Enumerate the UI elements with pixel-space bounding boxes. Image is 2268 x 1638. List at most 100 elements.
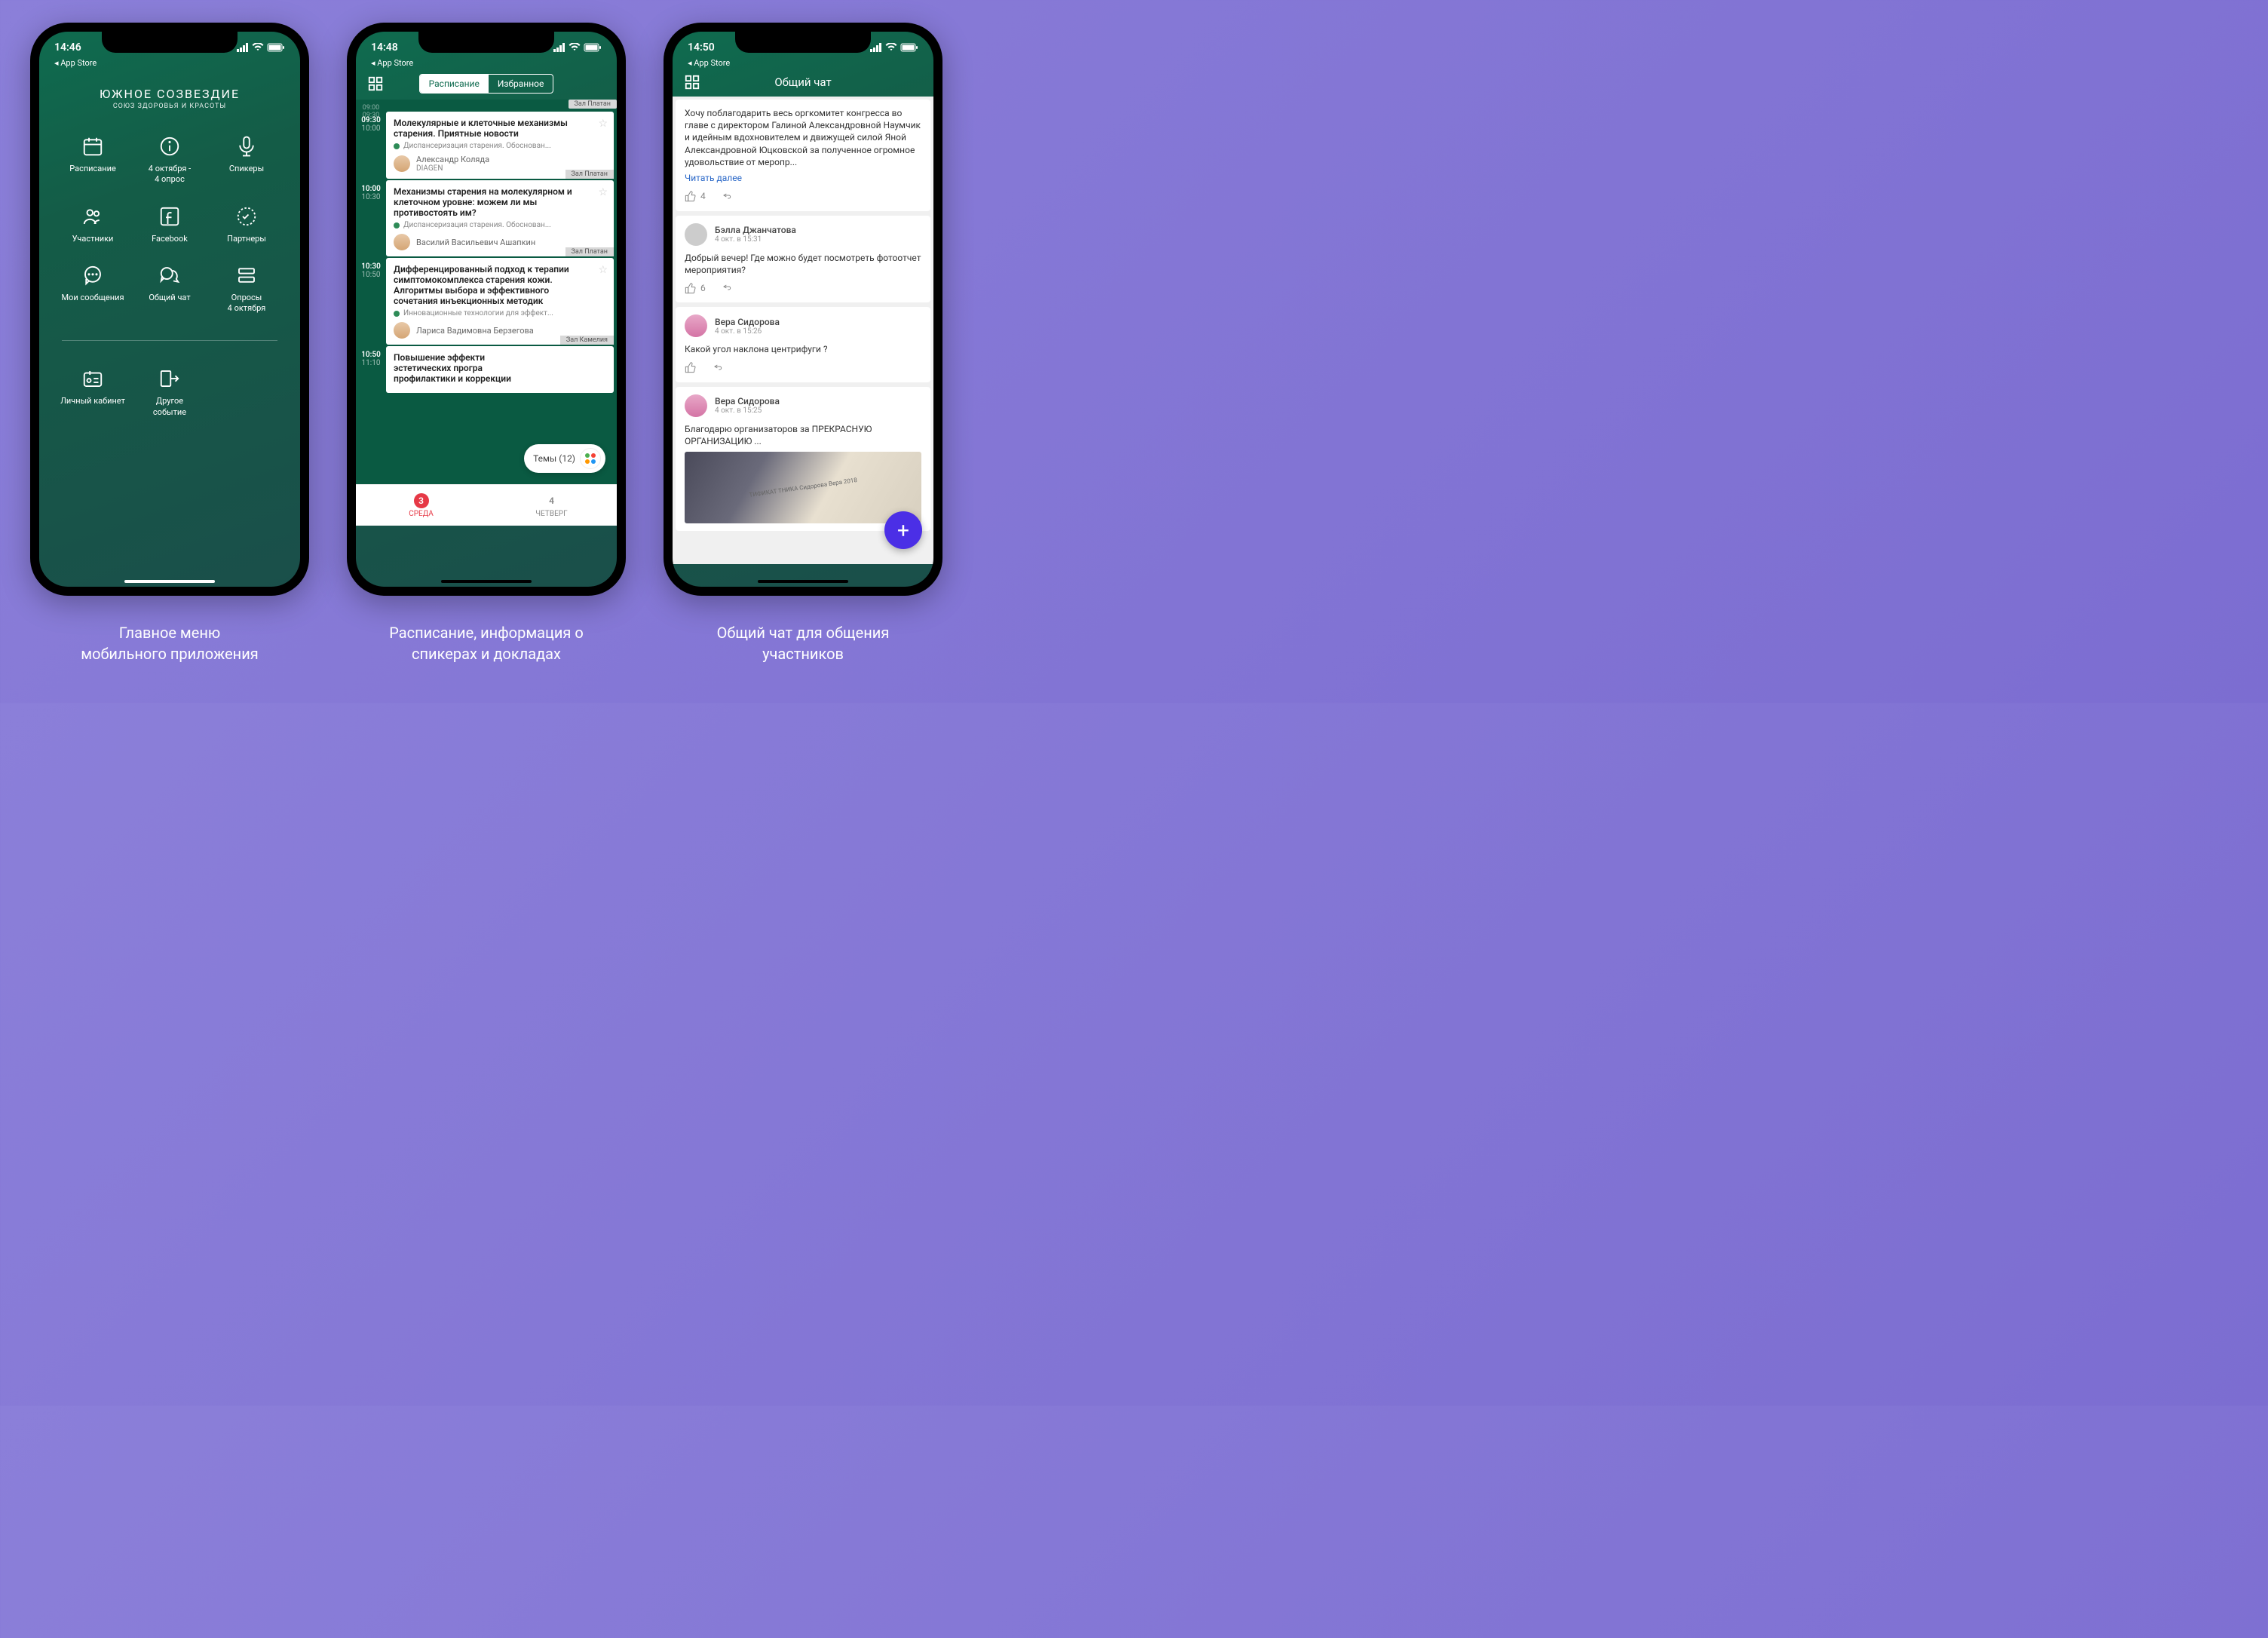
share-button[interactable] — [719, 189, 731, 204]
menu-item-group-chat[interactable]: Общий чат — [135, 258, 204, 321]
new-post-button[interactable]: + — [884, 511, 922, 549]
calendar-icon — [81, 135, 104, 158]
time-end: 10:00 — [359, 124, 383, 133]
post-text: Благодарю организаторов за ПРЕКРАСНУЮ ОР… — [685, 423, 921, 447]
menu-label: Опросы 4 октября — [228, 293, 266, 314]
app-store-back[interactable]: ◂ App Store — [356, 58, 617, 68]
menu-label: Facebook — [152, 234, 188, 244]
room-label: Зал Платан — [565, 247, 614, 256]
post-actions — [685, 360, 921, 375]
menu-grid-icon[interactable] — [367, 75, 384, 92]
track-dot-icon — [394, 143, 400, 149]
chat-post[interactable]: Вера Сидорова4 окт. в 15:26Какой угол на… — [676, 307, 930, 382]
menu-label: Другое событие — [153, 396, 186, 418]
menu-label: 4 октября - 4 опрос — [149, 164, 191, 186]
event-card[interactable]: ☆ Дифференцированный подход к терапии си… — [386, 258, 614, 345]
exit-icon — [158, 367, 181, 390]
time-col: 10:50 11:10 — [356, 346, 386, 393]
event-card[interactable]: Повышение эффекти эстетических програ пр… — [386, 346, 614, 393]
time-end: 10:30 — [359, 193, 383, 201]
schedule-list[interactable]: 09:00 09:30Зал Платан 09:30 10:00 ☆ Моле… — [356, 100, 617, 526]
app-store-back[interactable]: ◂ App Store — [39, 58, 300, 68]
badge-icon — [235, 205, 258, 228]
chat-post[interactable]: Бэлла Джанчатова4 окт. в 15:31Добрый веч… — [676, 216, 930, 302]
post-actions: 6 — [685, 281, 921, 295]
post-image[interactable]: ТИФИКАТ ТНИКА Сидорова Вера 2018 — [685, 452, 921, 523]
menu-label: Личный кабинет — [60, 396, 125, 406]
phone-schedule: 14:48 ◂ App Store Расписание Избранное 0… — [347, 23, 626, 596]
status-time: 14:50 — [688, 41, 715, 54]
home-indicator[interactable] — [124, 580, 215, 583]
day-tabs: 3СРЕДА4ЧЕТВЕРГ — [356, 484, 617, 526]
menu-item-mic[interactable]: Спикеры — [212, 129, 281, 192]
tab-schedule[interactable]: Расписание — [420, 75, 489, 93]
chat-post[interactable]: Хочу поблагодарить весь оргкомитет конгр… — [676, 100, 930, 211]
chat-feed[interactable]: Хочу поблагодарить весь оргкомитет конгр… — [673, 97, 933, 564]
event-card[interactable]: ☆ Молекулярные и клеточные механизмы ста… — [386, 112, 614, 179]
notch — [418, 32, 554, 53]
event-title: Повышение эффекти эстетических програ пр… — [394, 352, 606, 384]
caption-1: Главное меню мобильного приложения — [30, 622, 309, 664]
post-author[interactable]: Вера Сидорова — [715, 317, 780, 327]
favorite-star-icon[interactable]: ☆ — [598, 264, 608, 276]
themes-dots-icon — [580, 448, 601, 469]
post-author[interactable]: Бэлла Джанчатова — [715, 225, 796, 235]
event-card[interactable]: ☆ Механизмы старения на молекулярном и к… — [386, 180, 614, 256]
like-button[interactable]: 4 — [685, 190, 706, 202]
tab-favorites[interactable]: Избранное — [489, 75, 553, 93]
event-title: Молекулярные и клеточные механизмы старе… — [394, 118, 606, 139]
speaker-name: Лариса Вадимовна Берзегова — [416, 326, 534, 336]
event-track: Инновационные технологии для эффект... — [394, 309, 606, 317]
themes-label: Темы (12) — [533, 453, 575, 464]
status-icons — [237, 43, 285, 52]
chat-icon — [81, 264, 104, 287]
day-tab[interactable]: 4ЧЕТВЕРГ — [486, 485, 617, 526]
app-store-back[interactable]: ◂ App Store — [673, 58, 933, 68]
post-author[interactable]: Вера Сидорова — [715, 396, 780, 406]
home-indicator[interactable] — [441, 580, 532, 583]
themes-filter-button[interactable]: Темы (12) — [524, 444, 605, 473]
share-button[interactable] — [710, 360, 722, 375]
home-indicator[interactable] — [758, 580, 848, 583]
post-text: Хочу поблагодарить весь оргкомитет конгр… — [685, 107, 921, 168]
post-header: Вера Сидорова4 окт. в 15:25 — [685, 394, 921, 417]
share-button[interactable] — [719, 281, 731, 295]
speaker-name: Василий Васильевич Ашапкин — [416, 238, 535, 247]
menu-item-info[interactable]: 4 октября - 4 опрос — [135, 129, 204, 192]
menu-item-exit[interactable]: Другое событие — [135, 361, 204, 424]
menu-item-chat[interactable]: Мои сообщения — [58, 258, 127, 321]
menu-label: Участники — [72, 234, 114, 244]
time-start: 10:00 — [359, 185, 383, 193]
event-track: Диспансеризация старения. Обоснован... — [394, 221, 606, 229]
avatar[interactable] — [685, 314, 707, 337]
menu-item-badge[interactable]: Партнеры — [212, 199, 281, 250]
post-actions: 4 — [685, 189, 921, 204]
menu-item-people[interactable]: Участники — [58, 199, 127, 250]
menu-item-survey[interactable]: Опросы 4 октября — [212, 258, 281, 321]
time-start: 10:30 — [359, 262, 383, 271]
read-more-link[interactable]: Читать далее — [685, 173, 921, 183]
menu-item-facebook[interactable]: Facebook — [135, 199, 204, 250]
post-time: 4 окт. в 15:31 — [715, 235, 796, 244]
favorite-star-icon[interactable]: ☆ — [598, 186, 608, 198]
status-icons — [553, 43, 602, 52]
chat-header: Общий чат — [673, 68, 933, 97]
favorite-star-icon[interactable]: ☆ — [598, 118, 608, 130]
avatar[interactable] — [685, 394, 707, 417]
like-button[interactable]: 6 — [685, 282, 706, 294]
menu-grid-icon[interactable] — [684, 74, 700, 90]
timeslot: 10:00 10:30 ☆ Механизмы старения на моле… — [356, 180, 617, 256]
menu-item-account[interactable]: Личный кабинет — [58, 361, 127, 424]
avatar[interactable] — [685, 223, 707, 246]
time-col: 10:00 10:30 — [356, 180, 386, 256]
chat-post[interactable]: Вера Сидорова4 окт. в 15:25 Благодарю орг… — [676, 387, 930, 531]
timeslot: 09:30 10:00 ☆ Молекулярные и клеточные м… — [356, 112, 617, 179]
facebook-icon — [158, 205, 181, 228]
menu-item-calendar[interactable]: Расписание — [58, 129, 127, 192]
app-title: ЮЖНОЕ СОЗВЕЗДИЕ СОЮЗ ЗДОРОВЬЯ И КРАСОТЫ — [39, 68, 300, 118]
post-text: Какой угол наклона центрифуги ? — [685, 343, 921, 355]
avatar — [394, 155, 410, 172]
like-button[interactable] — [685, 361, 697, 373]
day-tab[interactable]: 3СРЕДА — [356, 485, 486, 526]
status-icons — [870, 43, 918, 52]
